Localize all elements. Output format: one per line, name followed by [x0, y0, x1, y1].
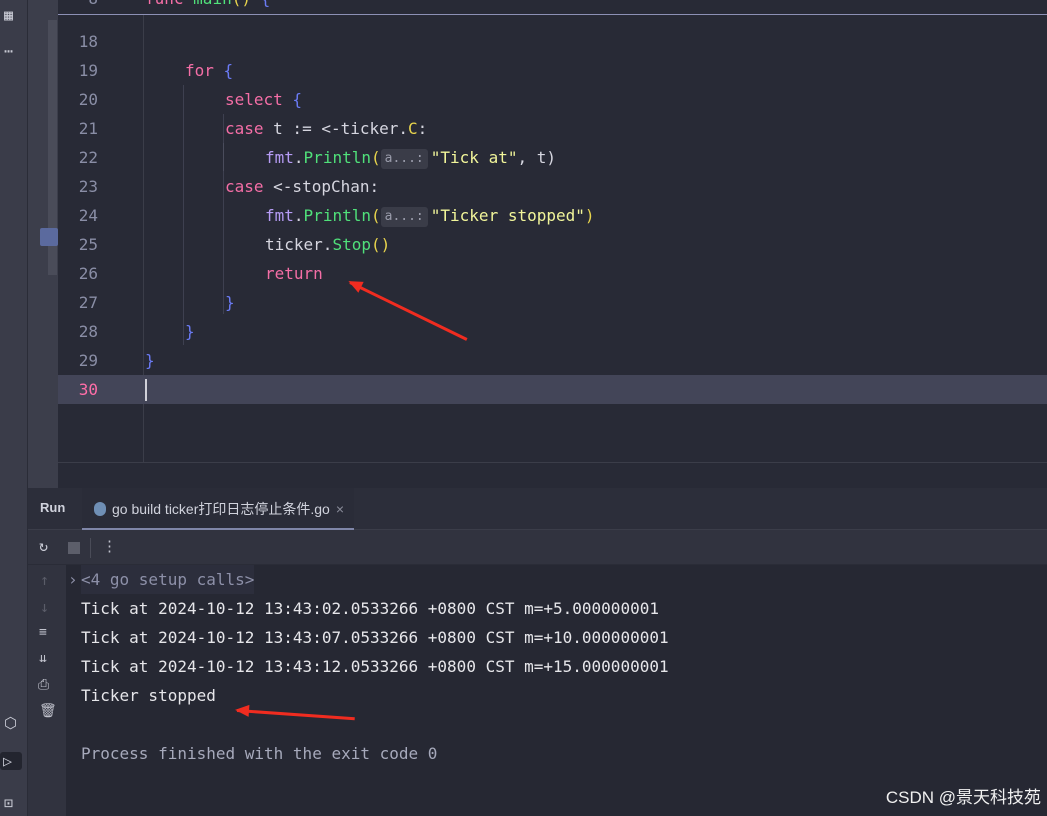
- terminal-icon[interactable]: ⊡: [4, 794, 13, 812]
- scroll-down-icon[interactable]: ↓: [40, 598, 49, 616]
- code-line: 29}: [78, 351, 155, 370]
- project-selected-item[interactable]: [40, 228, 58, 246]
- run-tool-icon[interactable]: ▷: [0, 752, 22, 770]
- run-config-tab[interactable]: go build ticker打印日志停止条件.go ×: [82, 488, 354, 530]
- structure-icon[interactable]: ▦: [4, 6, 13, 24]
- setup-calls-fold[interactable]: <4 go setup calls>: [81, 565, 255, 594]
- code-line: 26 return: [78, 264, 323, 283]
- run-panel-title: Run: [40, 500, 66, 515]
- activity-bar: ▦ ⋯ ⬡ ▷ ⊡: [0, 0, 28, 816]
- console-line: Tick at 2024-10-12 13:43:02.0533266 +080…: [81, 599, 659, 618]
- code-line: 19 for {: [78, 61, 234, 80]
- trash-icon[interactable]: 🗑: [39, 703, 57, 719]
- code-line: 21 case t := <-ticker.C:: [78, 119, 428, 138]
- close-tab-icon[interactable]: ×: [336, 488, 344, 530]
- expand-chevron-icon[interactable]: ›: [68, 565, 78, 594]
- stop-icon[interactable]: [68, 542, 80, 554]
- scroll-to-end-icon[interactable]: ⇊: [39, 651, 47, 666]
- editor-horizontal-scroll[interactable]: [58, 462, 1047, 488]
- more-options-icon[interactable]: ⋮: [102, 537, 117, 555]
- current-line: 30: [58, 375, 1047, 404]
- rerun-icon[interactable]: ↻: [39, 537, 48, 555]
- code-line: 27}: [78, 293, 235, 312]
- parameter-hint: a...:: [380, 207, 428, 227]
- code-line: 24 fmt.Println(a...: "Ticker stopped"): [78, 206, 595, 227]
- console-line: Tick at 2024-10-12 13:43:07.0533266 +080…: [81, 628, 669, 647]
- scroll-up-icon[interactable]: ↑: [40, 571, 49, 589]
- console-line: Ticker stopped: [81, 686, 216, 705]
- code-line: 18: [78, 32, 98, 51]
- exit-message: Process finished with the exit code 0: [81, 744, 438, 763]
- services-icon[interactable]: ⬡: [4, 714, 17, 732]
- code-line: 28}: [78, 322, 195, 341]
- run-toolbar: ↻ ⋮: [28, 530, 1047, 565]
- code-line: 25 ticker.Stop(): [78, 235, 391, 254]
- console-line: Tick at 2024-10-12 13:43:12.0533266 +080…: [81, 657, 669, 676]
- soft-wrap-icon[interactable]: ≡: [39, 625, 47, 640]
- parameter-hint: a...:: [380, 149, 428, 169]
- code-line: 23 case <-stopChan:: [78, 177, 380, 196]
- more-icon[interactable]: ⋯: [4, 42, 13, 60]
- code-line: 22 fmt.Println(a...: "Tick at", t): [78, 148, 556, 169]
- console-side-toolbar: ↑ ↓ ≡ ⇊ ⎙ 🗑: [28, 565, 66, 816]
- watermark: CSDN @景天科技苑: [885, 788, 1041, 807]
- text-caret: [145, 379, 147, 401]
- go-gopher-icon: [94, 502, 106, 516]
- code-line: 20 select {: [78, 90, 303, 109]
- print-icon[interactable]: ⎙: [38, 677, 49, 693]
- toolbar-divider: [90, 538, 91, 558]
- sticky-header[interactable]: 8 func main() {: [58, 0, 1047, 15]
